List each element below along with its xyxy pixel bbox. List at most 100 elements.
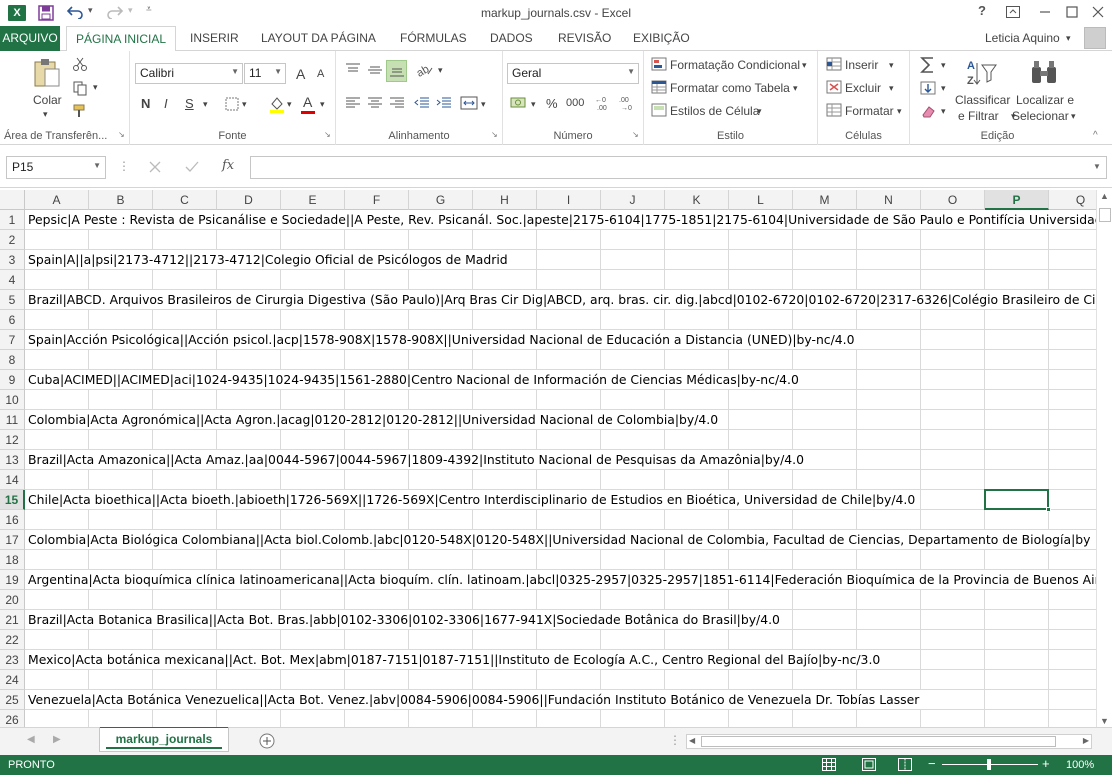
row-header-14[interactable]: 14 [0, 470, 25, 490]
align-middle-icon[interactable] [367, 63, 383, 77]
cell-a11[interactable]: Colombia|Acta Agronómica||Acta Agron.|ac… [28, 410, 718, 430]
align-center-icon[interactable] [367, 96, 383, 110]
horizontal-scroll-thumb[interactable] [701, 736, 1056, 747]
column-header-i[interactable]: I [537, 190, 601, 210]
grow-font-icon[interactable]: A [296, 66, 305, 82]
clear-dropdown-icon[interactable]: ▾ [941, 106, 946, 117]
cut-icon[interactable] [72, 56, 88, 72]
orientation-dropdown-icon[interactable]: ▾ [438, 65, 443, 76]
sort-filter-label-1[interactable]: Classificar [955, 93, 1010, 107]
cell-a13[interactable]: Brazil|Acta Amazonica||Acta Amaz.|aa|004… [28, 450, 804, 470]
clipboard-launcher-icon[interactable]: ↘ [118, 130, 125, 139]
row-header-21[interactable]: 21 [0, 610, 25, 630]
insert-dropdown-icon[interactable]: ▾ [889, 60, 894, 71]
format-cells-button[interactable]: Formatar [845, 104, 894, 118]
customize-qat-icon[interactable]: ⩡ [146, 4, 152, 15]
cell-a21[interactable]: Brazil|Acta Botanica Brasilica||Acta Bot… [28, 610, 780, 630]
row-header-15[interactable]: 15 [0, 490, 25, 510]
decrease-indent-icon[interactable] [414, 96, 430, 110]
insert-function-icon[interactable]: fx [222, 158, 234, 173]
tab-exibicao[interactable]: EXIBIÇÃO [633, 31, 690, 45]
font-launcher-icon[interactable]: ↘ [324, 130, 331, 139]
ribbon-display-icon[interactable] [1003, 6, 1023, 18]
row-header-8[interactable]: 8 [0, 350, 25, 370]
row-header-12[interactable]: 12 [0, 430, 25, 450]
column-header-f[interactable]: F [345, 190, 409, 210]
row-header-22[interactable]: 22 [0, 630, 25, 650]
page-break-view-icon[interactable] [898, 758, 912, 771]
conditional-formatting-icon[interactable] [651, 57, 667, 71]
zoom-level[interactable]: 100% [1066, 759, 1094, 771]
sort-filter-icon[interactable]: AZ [965, 57, 997, 89]
find-select-icon[interactable] [1028, 57, 1060, 89]
fill-color-icon[interactable] [268, 95, 286, 113]
user-name[interactable]: Leticia Aquino [985, 31, 1060, 45]
scroll-left-icon[interactable]: ◀ [689, 736, 695, 745]
tab-formulas[interactable]: FÓRMULAS [400, 31, 467, 45]
row-header-19[interactable]: 19 [0, 570, 25, 590]
prev-sheet-icon[interactable]: ◀ [27, 734, 35, 745]
fill-color-dropdown-icon[interactable]: ▾ [287, 99, 292, 110]
cell-a1[interactable]: Pepsic|A Peste : Revista de Psicanálise … [28, 210, 1096, 230]
table-dropdown-icon[interactable]: ▾ [793, 83, 798, 94]
name-box[interactable]: P15 ▼ [6, 156, 106, 179]
align-left-icon[interactable] [345, 96, 361, 110]
tab-dados[interactable]: DADOS [490, 31, 533, 45]
find-select-label-2[interactable]: Selecionar [1012, 109, 1069, 123]
undo-icon[interactable] [66, 5, 84, 19]
percent-style-button[interactable]: % [546, 96, 558, 111]
italic-button[interactable]: I [164, 96, 168, 111]
paste-icon[interactable] [31, 57, 63, 89]
increase-indent-icon[interactable] [436, 96, 452, 110]
delete-dropdown-icon[interactable]: ▾ [889, 83, 894, 94]
row-header-20[interactable]: 20 [0, 590, 25, 610]
alignment-launcher-icon[interactable]: ↘ [491, 130, 498, 139]
accounting-dropdown-icon[interactable]: ▾ [531, 99, 536, 110]
expand-formula-bar-icon[interactable]: ▼ [1093, 162, 1101, 171]
tab-pagina-inicial[interactable]: PÁGINA INICIAL [66, 26, 177, 52]
format-as-table-icon[interactable] [651, 80, 667, 94]
page-layout-view-icon[interactable] [862, 758, 876, 771]
insert-cells-button[interactable]: Inserir [845, 58, 878, 72]
underline-button[interactable]: S [185, 96, 194, 111]
row-header-17[interactable]: 17 [0, 530, 25, 550]
tab-inserir[interactable]: INSERIR [190, 31, 239, 45]
copy-icon[interactable] [72, 80, 88, 96]
select-all-corner[interactable] [0, 190, 25, 210]
row-header-3[interactable]: 3 [0, 250, 25, 270]
insert-cells-icon[interactable] [826, 57, 842, 71]
spreadsheet-grid[interactable]: A B C D E F G H I J K L M N O P Q 1 Pepsic|A Peste : Revis… [0, 190, 1096, 727]
avatar[interactable] [1084, 27, 1106, 49]
column-header-n[interactable]: N [857, 190, 921, 210]
tab-split-grip-icon[interactable]: ⋮ [669, 733, 681, 747]
save-icon[interactable] [38, 5, 54, 21]
paste-label[interactable]: Colar [33, 93, 62, 107]
scroll-up-icon[interactable]: ▲ [1100, 191, 1109, 201]
column-header-a[interactable]: A [25, 190, 89, 210]
column-header-m[interactable]: M [793, 190, 857, 210]
copy-dropdown-icon[interactable]: ▾ [93, 82, 98, 93]
cell-styles-icon[interactable] [651, 103, 667, 117]
row-header-24[interactable]: 24 [0, 670, 25, 690]
font-color-icon[interactable]: A [303, 94, 312, 110]
merge-dropdown-icon[interactable]: ▾ [481, 99, 486, 110]
help-icon[interactable]: ? [972, 3, 992, 18]
row-header-18[interactable]: 18 [0, 550, 25, 570]
merge-center-icon[interactable] [460, 95, 478, 111]
tab-arquivo[interactable]: ARQUIVO [0, 26, 60, 51]
find-select-label-1[interactable]: Localizar e [1016, 93, 1074, 107]
font-color-dropdown-icon[interactable]: ▾ [320, 99, 325, 110]
plus-icon[interactable] [259, 733, 275, 749]
row-header-10[interactable]: 10 [0, 390, 25, 410]
row-header-13[interactable]: 13 [0, 450, 25, 470]
cell-a7[interactable]: Spain|Acción Psicológica||Acción psicol.… [28, 330, 855, 350]
row-header-1[interactable]: 1 [0, 210, 25, 230]
row-header-11[interactable]: 11 [0, 410, 25, 430]
fill-handle[interactable] [1046, 507, 1051, 512]
cell-a17[interactable]: Colombia|Acta Biológica Colombiana||Acta… [28, 530, 1090, 550]
row-header-7[interactable]: 7 [0, 330, 25, 350]
delete-cells-icon[interactable] [826, 80, 842, 94]
user-dropdown-icon[interactable]: ▾ [1066, 33, 1071, 44]
bold-button[interactable]: N [141, 96, 150, 111]
column-header-e[interactable]: E [281, 190, 345, 210]
